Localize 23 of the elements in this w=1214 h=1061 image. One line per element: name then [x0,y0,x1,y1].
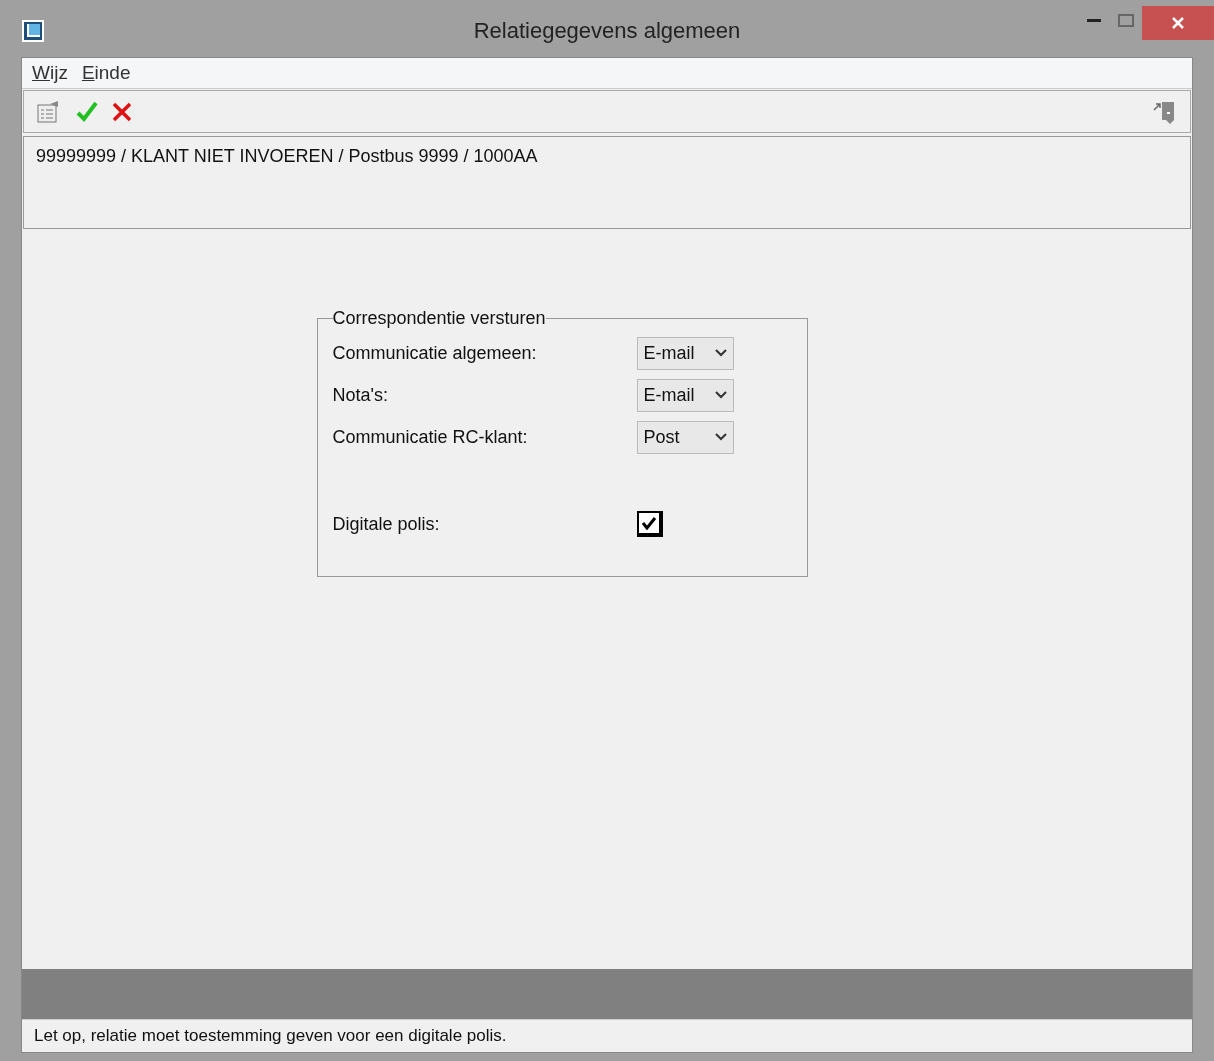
field-label: Digitale polis: [332,512,441,536]
check-icon [640,516,657,530]
menu-item[interactable]: Einde [77,58,135,88]
dropdown[interactable]: E-mail [636,378,734,412]
field-label: Communicatie RC-klant: [332,425,529,449]
chevron-down-icon [714,433,727,441]
close-icon [1171,16,1185,30]
field-label: Communicatie algemeen: [332,341,538,365]
window-title: Relatiegegevens algemeen [473,17,741,45]
field-label: Nota's: [332,383,389,407]
dropdown[interactable]: Post [636,420,734,454]
dropdown[interactable]: E-mail [636,336,734,370]
chevron-down-icon [714,391,727,399]
group-title: Correspondentie versturen [332,307,546,330]
checkbox[interactable] [636,511,663,537]
cross-icon[interactable] [112,101,132,122]
relation-summary: 99999999 / KLANT NIET INVOEREN / Postbus 9999 / 1000AA [36,146,538,166]
status-message: Let op, relatie moet toestemming geven voor een digitale polis. [34,1025,507,1048]
checkmark-icon[interactable] [76,100,98,123]
menu-item[interactable]: Wijz [28,58,72,88]
app-logo-icon [22,20,44,42]
close-button[interactable] [1142,6,1214,40]
chevron-down-icon [714,349,727,357]
